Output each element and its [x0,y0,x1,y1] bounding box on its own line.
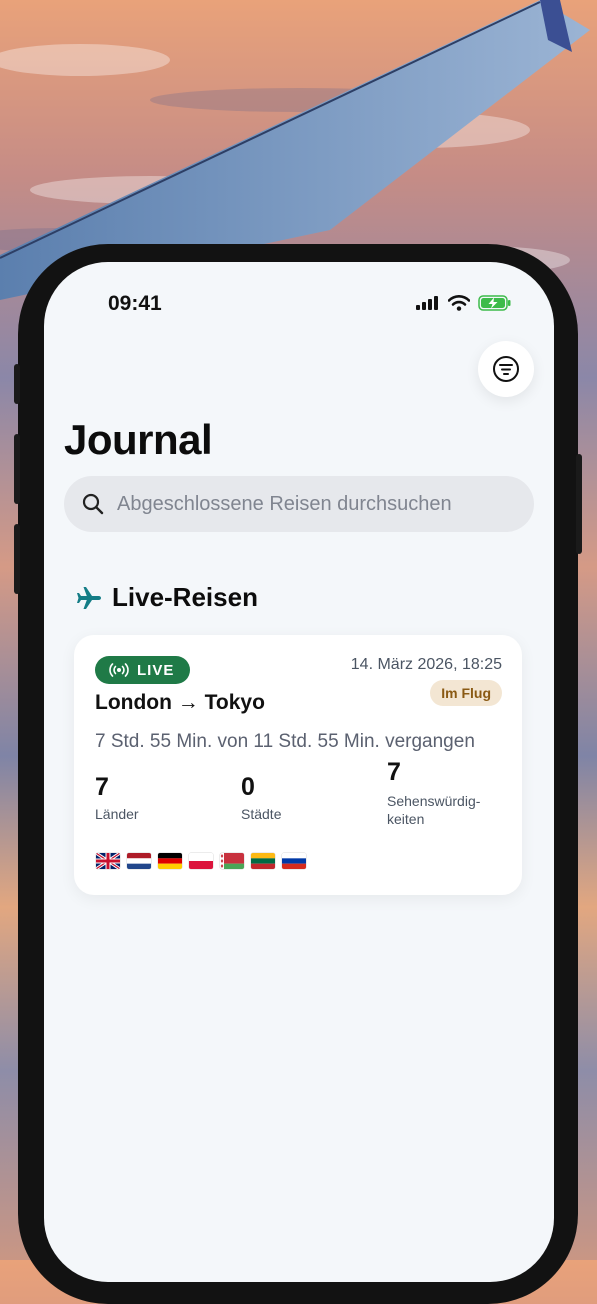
stat-countries: 7 Länder [95,773,139,823]
stat-label: Städte [241,806,282,822]
stat-sights: 7 Sehenswürdig- keiten [387,758,480,828]
stat-value: 7 [95,773,109,801]
stat-label: Sehenswürdig- keiten [387,793,481,827]
lt-flag-icon [251,853,275,869]
pl-flag-icon [189,853,213,869]
status-time: 09:41 [108,292,162,315]
gb-flag-icon [96,853,120,869]
country-flags [96,853,306,869]
page-title: Journal [64,416,213,463]
trip-progress: 7 Std. 55 Min. von 11 Std. 55 Min. verga… [95,731,475,752]
battery-charging-icon [478,295,511,311]
live-trip-card[interactable]: LIVE 14. März 2026, 18:25 Im Flug London… [74,635,522,895]
search-icon [82,493,104,515]
cellular-signal-icon [416,296,438,310]
status-icons [416,295,512,311]
by-flag-icon [220,853,244,869]
de-flag-icon [158,853,182,869]
live-badge-label: LIVE [137,661,175,679]
stat-label: Länder [95,806,139,822]
filter-icon [493,356,519,382]
search-input[interactable] [115,491,519,517]
airplane-icon [77,586,101,609]
live-badge: LIVE [95,656,191,684]
trip-date: 14. März 2026, 18:25 [350,656,502,673]
phone-screen: 09:41 Journal Abgeschlossene Reisen durc… [44,262,554,1282]
status-badge: Im Flug [430,680,502,706]
ru-flag-icon [282,853,306,869]
stat-cities: 0 Städte [241,773,281,823]
nl-flag-icon [127,853,151,869]
stat-value: 7 [387,758,401,786]
filter-button[interactable] [478,341,534,397]
trip-route: London → Tokyo [95,691,265,714]
stat-value: 0 [241,773,255,801]
broadcast-icon [109,663,129,677]
wifi-icon [448,295,470,311]
search-bar[interactable] [64,476,534,532]
section-header-live-trips: Live-Reisen [76,582,258,613]
section-label: Live-Reisen [112,582,258,612]
